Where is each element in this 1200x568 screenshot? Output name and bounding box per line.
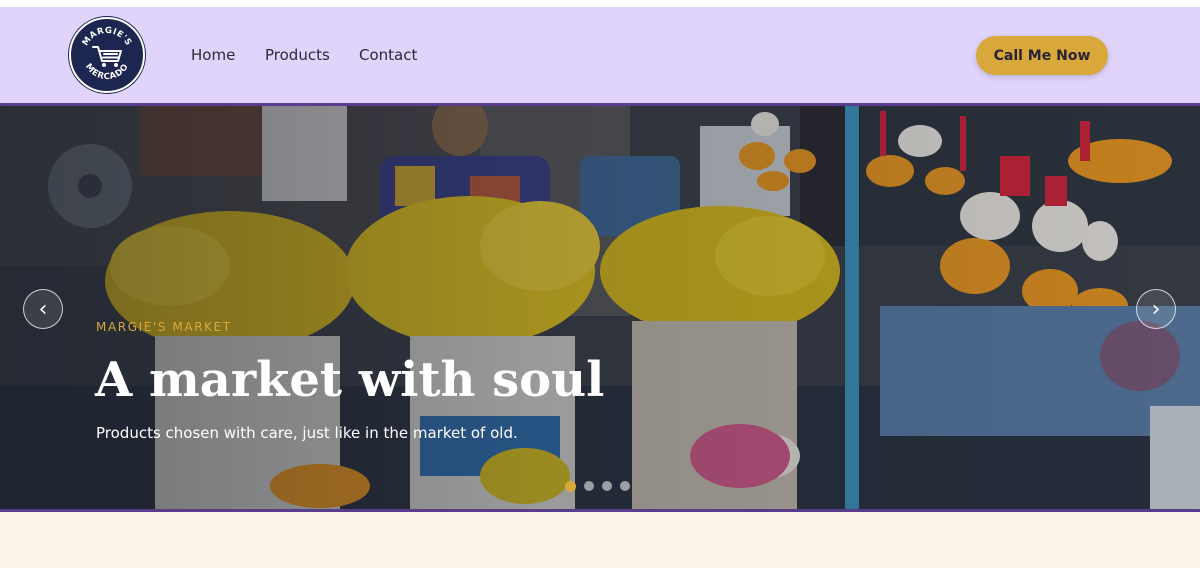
site-header: MARGIE'S MERCADO Home Products Contact C… — [0, 7, 1200, 103]
carousel-indicators — [565, 480, 630, 492]
carousel-dot-1[interactable] — [565, 480, 576, 492]
top-margin — [0, 0, 1200, 7]
hero-overlay — [0, 106, 1200, 509]
chevron-right-icon: › — [1151, 296, 1161, 322]
hero-carousel: MARGIE'S MARKET A market with soul Produ… — [0, 103, 1200, 512]
content-section — [0, 512, 1200, 568]
nav-contact[interactable]: Contact — [359, 7, 417, 103]
hero-eyebrow: MARGIE'S MARKET — [96, 320, 232, 334]
svg-text:MERCADO: MERCADO — [83, 62, 131, 82]
carousel-prev-button[interactable]: ‹ — [23, 289, 63, 329]
brand-name-top: MARGIE'S — [81, 26, 133, 48]
brand-name-bottom: MERCADO — [83, 62, 130, 82]
svg-text:MARGIE'S: MARGIE'S — [81, 26, 134, 48]
carousel-dot-3[interactable] — [602, 481, 612, 491]
carousel-next-button[interactable]: › — [1136, 289, 1176, 329]
nav-products[interactable]: Products — [265, 7, 330, 103]
nav-home[interactable]: Home — [191, 7, 235, 103]
shopping-cart-icon: MARGIE'S MERCADO — [81, 26, 134, 82]
brand-logo[interactable]: MARGIE'S MERCADO — [69, 17, 145, 93]
chevron-left-icon: ‹ — [38, 296, 48, 322]
hero-subtitle: Products chosen with care, just like in … — [96, 424, 518, 442]
hero-title: A market with soul — [95, 352, 605, 408]
call-me-now-button[interactable]: Call Me Now — [976, 36, 1108, 75]
carousel-dot-2[interactable] — [584, 481, 594, 491]
carousel-dot-4[interactable] — [620, 481, 630, 491]
